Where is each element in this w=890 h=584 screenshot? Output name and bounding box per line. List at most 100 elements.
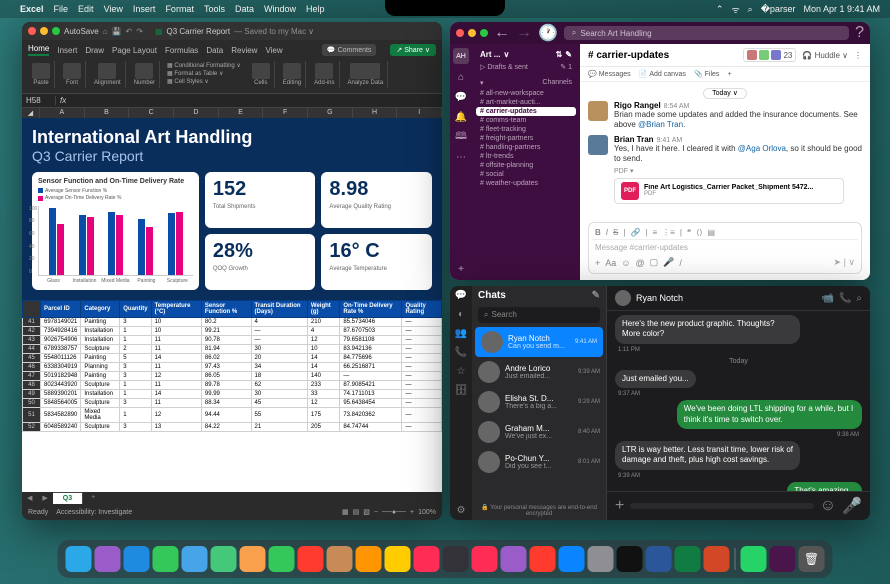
calls-icon[interactable]: 📞 [455,347,467,358]
send-button[interactable]: ➤ | ∨ [834,257,855,268]
channels-header[interactable]: ▾ Channels [476,77,576,89]
table-row[interactable]: 475019182948Painting31286.0518140—— [23,371,442,380]
sheet-prev[interactable]: ◀ [22,492,37,504]
attach-icon[interactable]: + [595,258,600,268]
wifi-icon[interactable]: ⌃ [716,4,724,15]
col-d[interactable]: D [174,108,219,118]
menu-data[interactable]: Data [235,4,254,14]
table-row[interactable]: 416978149021Painting31080.2421085.573404… [23,317,442,326]
chart-card[interactable]: Sensor Function and On-Time Delivery Rat… [32,172,199,290]
slack-message[interactable]: Brian Tran9:41 AM Yes, I have it here. I… [588,135,862,204]
dock-app-powerpoint[interactable] [704,546,730,572]
history-icon[interactable]: 🕐 [538,23,558,43]
contact-name[interactable]: Ryan Notch [636,293,816,303]
codeblock-icon[interactable]: ▤ [707,228,715,237]
menu-tools[interactable]: Tools [204,4,225,14]
table-row[interactable]: 455548011126Painting51486.02201484.77569… [23,353,442,362]
autosave-toggle[interactable]: AutoSave [64,27,99,36]
comments-button[interactable]: 💬 Comments [322,44,377,56]
dock-app-news[interactable] [530,546,556,572]
tool-editing[interactable]: Editing [279,61,306,88]
channels-icon[interactable]: 👥 [455,328,467,339]
strike-icon[interactable]: S [613,228,618,237]
channel-handling-partners[interactable]: # handling-partners [476,143,576,152]
code-icon[interactable]: ⟨⟩ [696,228,702,237]
slack-search[interactable]: ⌕ Search Art Handling [564,26,849,40]
table-header[interactable]: On-Time Delivery Rate % [340,300,402,317]
menu-file[interactable]: File [54,4,69,14]
mention-link[interactable]: @Aga Orlova [738,144,786,153]
menu-view[interactable]: View [104,4,123,14]
dock-app-reminders[interactable] [356,546,382,572]
slack-message[interactable]: Rigo Rangel8:54 AM Brian made some updat… [588,101,862,131]
nav-fwd-icon[interactable]: → [516,24,532,42]
status-icon[interactable]: ◐ [458,309,464,320]
settings-icon[interactable]: ⚙ [457,505,466,516]
tool-font[interactable]: Font [59,61,86,88]
huddle-button[interactable]: 🎧 Huddle ∨ [802,51,848,60]
file-attachment[interactable]: PDF Fine Art Logistics_Carrier Packet_Sh… [614,178,844,204]
dock-app-terminal[interactable] [617,546,643,572]
col-f[interactable]: F [263,108,308,118]
table-row[interactable]: 526048589240Sculpture31384.222120584.747… [23,422,442,431]
wifi-icon[interactable]: ᯤ [731,3,739,16]
view-break-icon[interactable]: ▧ [363,508,370,516]
status-accessibility[interactable]: Accessibility: Investigate [56,509,132,516]
dock-app-contacts[interactable] [327,546,353,572]
tool-analyze[interactable]: Analyze Data [344,61,389,88]
message-input[interactable]: Message #carrier-updates [592,240,858,255]
doc-title[interactable]: Q3 Carrier Report [166,27,230,36]
dm-icon[interactable]: 💬 [454,90,468,104]
dock-app-maps[interactable] [211,546,237,572]
col-i[interactable]: I [397,108,442,118]
message-input[interactable] [630,503,813,509]
dock-app-messages[interactable] [153,546,179,572]
dock-app-tv[interactable] [443,546,469,572]
dock-app-photos[interactable] [240,546,266,572]
dock-app-mail[interactable] [182,546,208,572]
table-row[interactable]: 466338304919Planning31197.43341466.25168… [23,362,442,371]
emoji-icon[interactable]: ☺ [621,258,630,268]
table-row[interactable]: 515834582890Mixed Media11294.445517573.8… [23,407,442,422]
share-button[interactable]: ↗ Share ∨ [390,44,436,56]
dock-app-finder[interactable] [66,546,92,572]
channel-all-new-workspace[interactable]: # all-new-workspace [476,89,576,98]
table-row[interactable]: 446789338757Sculpture21181.94301083.9421… [23,344,442,353]
minimize-button[interactable] [40,27,48,35]
channel-name[interactable]: # carrier-updates [588,50,669,61]
menubar-app-name[interactable]: Excel [20,4,44,14]
dock-app-music[interactable] [472,546,498,572]
tool-paste[interactable]: Paste [28,61,55,88]
pinned-message[interactable]: Here's the new product graphic. Thoughts… [615,315,800,344]
more-icon[interactable]: ⋮ [854,51,862,60]
starred-icon[interactable]: ☆ [457,366,466,377]
zoom-out[interactable]: − [374,509,378,516]
sub-canvas[interactable]: 📄 Add canvas [639,70,686,78]
sub-add[interactable]: + [727,70,731,78]
mic-icon[interactable]: 🎤 [663,257,674,268]
mention-link[interactable]: @Brian Tran [638,120,683,129]
zoom-percent[interactable]: 100% [418,509,436,516]
channel-fleet-tracking[interactable]: # fleet-tracking [476,125,576,134]
drafts-section[interactable]: ▷ Drafts & sent✎ 1 [476,61,576,73]
workspace-switcher[interactable]: Art ... ∨ ⇅ ✎ [476,48,576,61]
quote-icon[interactable]: ❝ [687,228,691,237]
search-icon[interactable]: ⌕ [748,4,753,15]
tool-cond-formatting[interactable]: ▦ Conditional Formatting ∨ [167,62,241,69]
channel-carrier-updates[interactable]: # carrier-updates [476,107,576,116]
table-row[interactable]: 439026754906Installation11190.78—1279.65… [23,335,442,344]
menu-edit[interactable]: Edit [78,4,94,14]
minimize-button[interactable] [468,29,476,37]
data-grid[interactable]: Parcel IDCategoryQuantityTemperature (°C… [22,300,442,492]
avatar[interactable] [588,101,608,121]
help-icon[interactable]: ? [855,24,864,42]
channel-ltr-trends[interactable]: # ltr-trends [476,152,576,161]
tab-draw[interactable]: Draw [85,46,104,55]
conversation-item[interactable]: Ryan NotchCan you send m...9:41 AM [475,327,603,357]
channel-social[interactable]: # social [476,170,576,179]
zoom-in[interactable]: + [410,509,414,516]
add-icon[interactable]: + [454,262,468,276]
tab-page-layout[interactable]: Page Layout [112,46,157,55]
activity-icon[interactable]: 🔔 [454,110,468,124]
more-icon[interactable]: ⋯ [454,150,468,164]
